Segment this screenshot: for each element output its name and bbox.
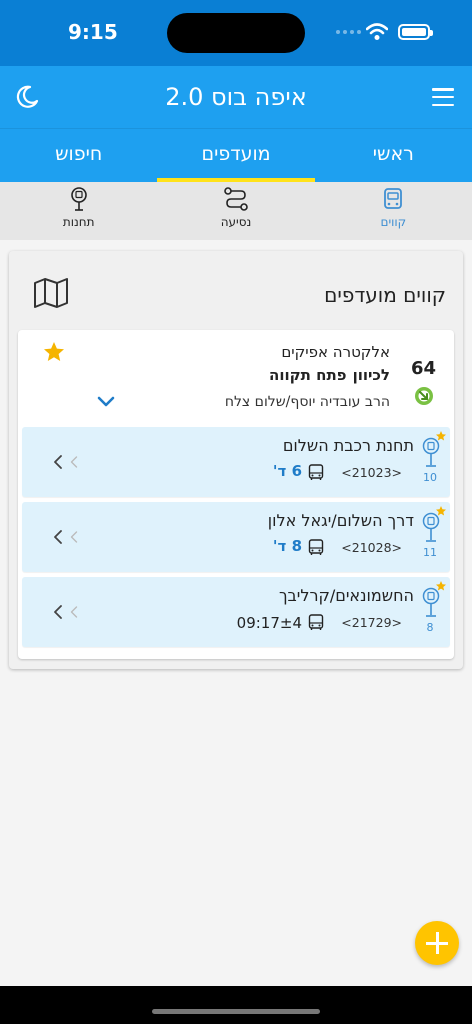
- chevron-left-icon[interactable]: [52, 605, 64, 619]
- bus-front-icon: [384, 188, 403, 209]
- chevron-left-icon[interactable]: [52, 455, 64, 469]
- operator-logo-icon: [415, 387, 433, 405]
- home-bar: [0, 986, 472, 1024]
- subtab-lines[interactable]: קווים: [315, 182, 472, 240]
- favorite-line-item[interactable]: 64 אלקטרה אפיקים לכיוון פתח תקווה הרב עוב…: [18, 330, 454, 659]
- direction-prefix: לכיוון: [352, 366, 390, 384]
- stop-row[interactable]: 8 החשמונאים/קרליבך <21729> 09:17±4: [22, 577, 450, 647]
- direction-destination: פתח תקווה: [269, 366, 347, 384]
- card-title: קווים מועדפים: [324, 283, 446, 307]
- stop-favorite-star-icon: [436, 506, 446, 516]
- dynamic-island: [167, 13, 305, 53]
- status-bar: 9:15: [0, 0, 472, 66]
- stop-row[interactable]: 11 דרך השלום/יגאל אלון <21028> 8 ד': [22, 502, 450, 572]
- stop-favorite-star-icon: [436, 581, 446, 591]
- arrival-eta: 6 ד': [272, 462, 302, 480]
- hamburger-menu-icon[interactable]: [432, 88, 454, 106]
- arrival-eta: 8 ד': [272, 537, 302, 555]
- favorites-subtabs: קווים נסיעה תחנות: [0, 182, 472, 240]
- subtab-trip-label: נסיעה: [220, 215, 252, 229]
- line-direction: לכיוון פתח תקווה: [269, 366, 390, 384]
- stop-sequence: 8: [426, 621, 434, 634]
- add-fab-button[interactable]: [415, 921, 459, 965]
- stop-name: דרך השלום/יגאל אלון: [267, 511, 414, 530]
- bus-stop-sign-icon: [70, 187, 87, 211]
- stop-sequence: 11: [423, 546, 437, 559]
- app-bar: איפה בוס 2.0: [0, 66, 472, 128]
- battery-icon: [398, 24, 433, 40]
- route-path-icon: [224, 187, 248, 211]
- line-route: הרב עובדיה יוסף/שלום צלח: [224, 394, 390, 410]
- cellular-signal-icon: [336, 30, 361, 34]
- bus-icon: [308, 614, 324, 630]
- stop-row[interactable]: 10 תחנת רכבת השלום <21023> 6 ד': [22, 427, 450, 497]
- expand-chevron-icon[interactable]: [96, 394, 116, 410]
- subtab-stops[interactable]: תחנות: [0, 182, 157, 240]
- favorite-lines-card: קווים מועדפים 64 אלקטרה אפיקים לכיוון פתח…: [9, 251, 463, 669]
- home-indicator[interactable]: [152, 1009, 320, 1014]
- line-number: 64: [410, 358, 436, 379]
- stop-code: <21729>: [341, 615, 402, 630]
- tab-home[interactable]: ראשי: [315, 129, 472, 182]
- plus-icon-v: [436, 932, 439, 954]
- stop-name: החשמונאים/קרליבך: [278, 586, 414, 605]
- stop-favorite-star-icon: [436, 431, 446, 441]
- map-icon[interactable]: [33, 277, 69, 309]
- chevron-left-faint-icon: [70, 531, 78, 543]
- app-title: איפה בוס 2.0: [165, 83, 307, 111]
- scheduled-time: 09:17±4: [236, 614, 302, 632]
- status-time: 9:15: [68, 20, 118, 44]
- bus-icon: [308, 464, 324, 480]
- stop-code: <21028>: [341, 540, 402, 555]
- wifi-icon: [366, 23, 388, 40]
- stop-name: תחנת רכבת השלום: [282, 436, 414, 455]
- chevron-left-faint-icon: [70, 606, 78, 618]
- tab-favorites[interactable]: מועדפים: [157, 129, 316, 182]
- bus-icon: [308, 539, 324, 555]
- subtab-trip[interactable]: נסיעה: [157, 182, 314, 240]
- line-operator: אלקטרה אפיקים: [281, 343, 390, 361]
- subtab-stops-label: תחנות: [62, 215, 95, 229]
- chevron-left-faint-icon: [70, 456, 78, 468]
- subtab-lines-label: קווים: [380, 215, 407, 229]
- main-tabs: ראשי מועדפים חיפוש: [0, 128, 472, 182]
- stop-code: <21023>: [341, 465, 402, 480]
- tab-search[interactable]: חיפוש: [0, 129, 157, 182]
- chevron-left-icon[interactable]: [52, 530, 64, 544]
- favorite-star-icon[interactable]: [42, 340, 66, 364]
- stop-sequence: 10: [423, 471, 437, 484]
